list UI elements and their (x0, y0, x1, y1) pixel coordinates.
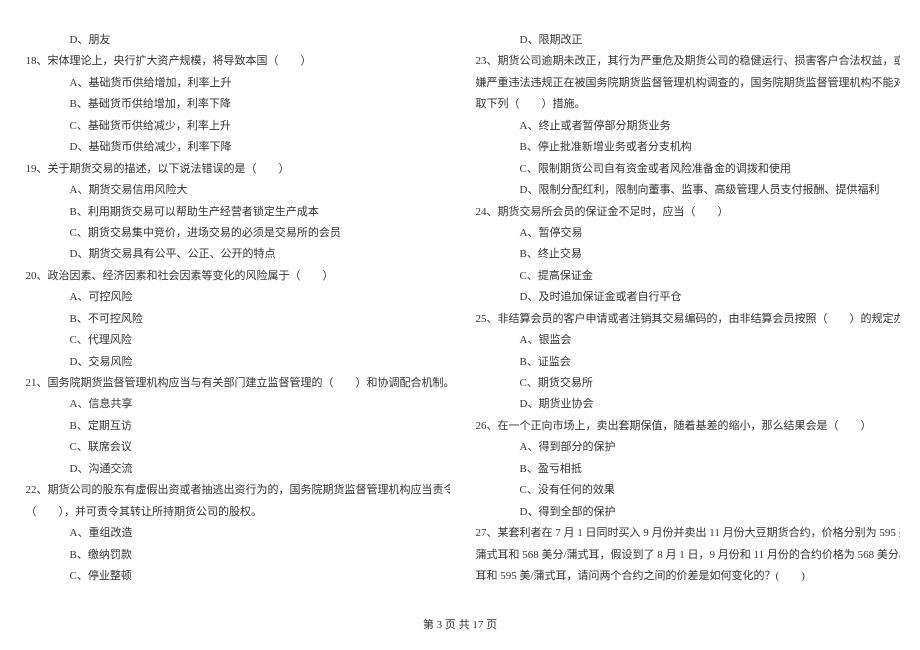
q19-option-a: A、期货交易信用风险大 (20, 180, 450, 201)
q24-option-c: C、提高保证金 (470, 266, 900, 287)
q27-stem-line3: 耳和 595 美/蒲式耳，请问两个合约之间的价差是如何变化的？( ) (470, 566, 900, 587)
q25-stem: 25、非结算会员的客户申请或者注销其交易编码的，由非结算会员按照（ ）的规定办理… (470, 309, 900, 330)
q21-option-d: D、沟通交流 (20, 459, 450, 480)
q25-option-c: C、期货交易所 (470, 373, 900, 394)
q26-option-a: A、得到部分的保护 (470, 437, 900, 458)
q20-stem: 20、政治因素、经济因素和社会因素等变化的风险属于（ ） (20, 266, 450, 287)
q20-option-c: C、代理风险 (20, 330, 450, 351)
q26-option-d: D、得到全部的保护 (470, 502, 900, 523)
q21-option-a: A、信息共享 (20, 394, 450, 415)
q26-option-b: B、盈亏相抵 (470, 459, 900, 480)
left-column: D、朋友 18、宋体理论上，央行扩大资产规模，将导致本国（ ） A、基础货币供给… (20, 30, 450, 587)
q21-option-c: C、联席会议 (20, 437, 450, 458)
q21-option-b: B、定期互访 (20, 416, 450, 437)
q22-option-d: D、限期改正 (470, 30, 900, 51)
q24-stem: 24、期货交易所会员的保证金不足时，应当（ ） (470, 202, 900, 223)
q18-stem: 18、宋体理论上，央行扩大资产规模，将导致本国（ ） (20, 51, 450, 72)
q19-stem: 19、关于期货交易的描述，以下说法错误的是（ ） (20, 159, 450, 180)
q23-stem-line2: 嫌严重违法违规正在被国务院期货监督管理机构调查的，国务院期货监督管理机构不能对其… (470, 73, 900, 94)
q24-option-d: D、及时追加保证金或者自行平仓 (470, 287, 900, 308)
q19-option-b: B、利用期货交易可以帮助生产经营者锁定生产成本 (20, 202, 450, 223)
q23-option-a: A、终止或者暂停部分期货业务 (470, 116, 900, 137)
q22-option-a: A、重组改造 (20, 523, 450, 544)
q23-stem-line1: 23、期货公司逾期未改正，其行为严重危及期货公司的稳健运行、损害客户合法权益，或… (470, 51, 900, 72)
q20-option-a: A、可控风险 (20, 287, 450, 308)
q19-option-d: D、期货交易具有公平、公正、公开的特点 (20, 244, 450, 265)
q22-stem-line2: （ ），并可责令其转让所持期货公司的股权。 (20, 502, 450, 523)
q25-option-b: B、证监会 (470, 352, 900, 373)
q25-option-a: A、银监会 (470, 330, 900, 351)
q26-stem: 26、在一个正向市场上，卖出套期保值，随着基差的缩小，那么结果会是（ ） (470, 416, 900, 437)
q20-option-b: B、不可控风险 (20, 309, 450, 330)
right-column: D、限期改正 23、期货公司逾期未改正，其行为严重危及期货公司的稳健运行、损害客… (470, 30, 900, 587)
q18-option-a: A、基础货币供给增加，利率上升 (20, 73, 450, 94)
q27-stem-line1: 27、某套利者在 7 月 1 日同时买入 9 月份并卖出 11 月份大豆期货合约… (470, 523, 900, 544)
q23-stem-line3: 取下列（ ）措施。 (470, 94, 900, 115)
q18-option-d: D、基础货币供给减少，利率下降 (20, 137, 450, 158)
q20-option-d: D、交易风险 (20, 352, 450, 373)
q25-option-d: D、期货业协会 (470, 394, 900, 415)
q27-stem-line2: 蒲式耳和 568 美分/蒲式耳，假设到了 8 月 1 日，9 月份和 11 月份… (470, 545, 900, 566)
q18-option-c: C、基础货币供给减少，利率上升 (20, 116, 450, 137)
q23-option-d: D、限制分配红利，限制向董事、监事、高级管理人员支付报酬、提供福利 (470, 180, 900, 201)
q23-option-c: C、限制期货公司自有资金或者风险准备金的调拨和使用 (470, 159, 900, 180)
q26-option-c: C、没有任何的效果 (470, 480, 900, 501)
q23-option-b: B、停止批准新增业务或者分支机构 (470, 137, 900, 158)
q22-stem-line1: 22、期货公司的股东有虚假出资或者抽逃出资行为的，国务院期货监督管理机构应当责令… (20, 480, 450, 501)
q18-option-b: B、基础货币供给增加，利率下降 (20, 94, 450, 115)
q22-option-c: C、停业整顿 (20, 566, 450, 587)
q24-option-b: B、终止交易 (470, 244, 900, 265)
q22-option-b: B、缴纳罚款 (20, 545, 450, 566)
q21-stem: 21、国务院期货监督管理机构应当与有关部门建立监督管理的（ ）和协调配合机制。 (20, 373, 450, 394)
q19-option-c: C、期货交易集中竞价，进场交易的必须是交易所的会员 (20, 223, 450, 244)
q24-option-a: A、暂停交易 (470, 223, 900, 244)
page-footer: 第 3 页 共 17 页 (0, 615, 920, 636)
exam-page: D、朋友 18、宋体理论上，央行扩大资产规模，将导致本国（ ） A、基础货币供给… (0, 0, 920, 587)
q17-option-d: D、朋友 (20, 30, 450, 51)
